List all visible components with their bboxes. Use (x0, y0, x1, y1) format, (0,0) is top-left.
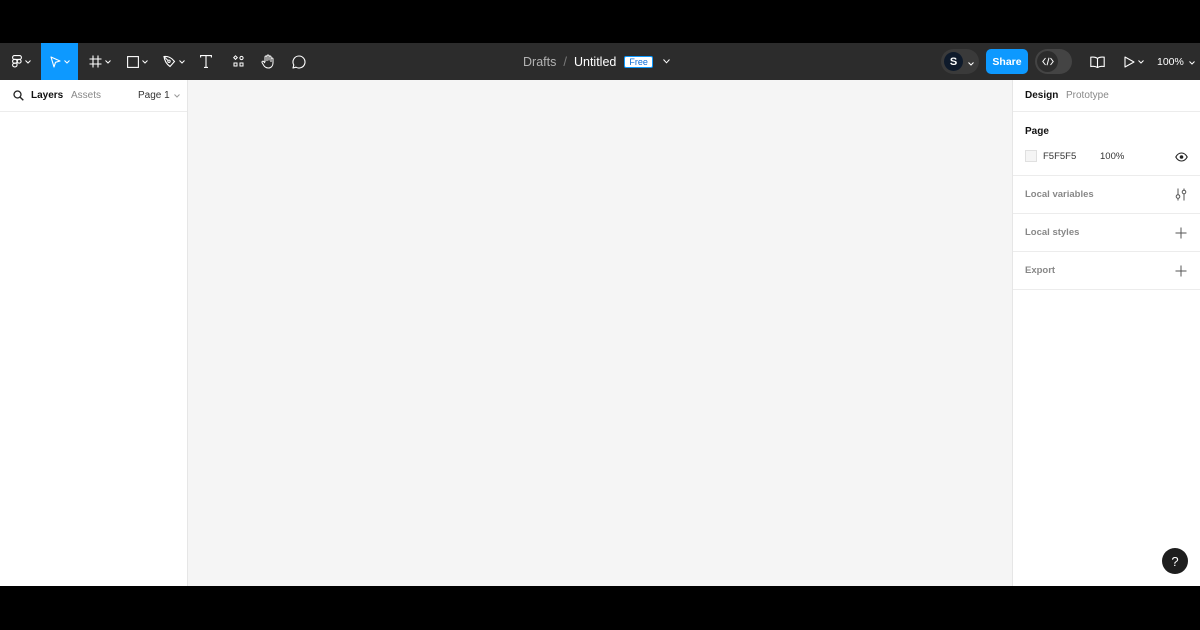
local-variables-label: Local variables (1025, 189, 1094, 200)
search-icon[interactable] (13, 90, 24, 104)
hand-tool-button[interactable] (258, 43, 278, 80)
page-selector-label: Page 1 (138, 90, 170, 101)
left-sidebar: Layers Assets Page 1 (0, 80, 188, 586)
text-tool-button[interactable] (196, 43, 216, 80)
hash-frame-icon (89, 55, 102, 68)
breadcrumb-drafts[interactable]: Drafts (523, 55, 556, 69)
avatar: S (944, 52, 963, 71)
share-button[interactable]: Share (986, 49, 1028, 74)
frame-tool-button[interactable] (86, 43, 114, 80)
figma-logo-icon (11, 55, 22, 68)
dev-mode-toggle[interactable] (1035, 49, 1072, 74)
rectangle-icon (126, 55, 139, 68)
main-menu-button[interactable] (8, 43, 34, 80)
page-fill-swatch[interactable] (1025, 150, 1037, 162)
document-title-area: Drafts / Untitled Free (523, 43, 670, 80)
chevron-down-icon (1189, 56, 1195, 68)
chevron-down-icon (63, 59, 70, 64)
chevron-down-icon (141, 59, 148, 64)
library-button[interactable] (1086, 43, 1108, 80)
page-fill-hex[interactable]: F5F5F5 (1043, 151, 1076, 162)
document-title[interactable]: Untitled (574, 55, 616, 69)
comment-bubble-icon (292, 54, 306, 69)
plan-badge: Free (624, 55, 653, 68)
letterbox-frame: Drafts / Untitled Free S Share 100% Laye… (0, 0, 1200, 630)
chevron-down-icon (173, 93, 180, 98)
plus-icon[interactable] (1175, 226, 1187, 244)
pen-nib-icon (163, 55, 176, 68)
code-brackets-icon (1037, 51, 1058, 72)
title-chevron-down-icon[interactable] (663, 59, 670, 64)
page-fill-opacity[interactable]: 100% (1100, 151, 1124, 162)
help-button[interactable]: ? (1162, 548, 1188, 574)
page-heading: Page (1025, 126, 1049, 137)
local-styles-section[interactable]: Local styles (1013, 214, 1200, 252)
eye-icon[interactable] (1175, 149, 1188, 167)
tab-design[interactable]: Design (1025, 90, 1058, 101)
export-label: Export (1025, 265, 1056, 276)
components-grid-icon (232, 55, 245, 68)
hand-icon (261, 54, 275, 69)
page-section: Page F5F5F5 100% (1013, 112, 1200, 176)
right-panel-tabs: Design Prototype (1013, 80, 1200, 112)
comment-tool-button[interactable] (289, 43, 309, 80)
tab-assets[interactable]: Assets (71, 90, 101, 101)
export-section[interactable]: Export (1013, 252, 1200, 290)
cursor-arrow-icon (49, 55, 61, 68)
shape-tool-button[interactable] (122, 43, 152, 80)
tab-layers[interactable]: Layers (31, 90, 63, 101)
tab-prototype[interactable]: Prototype (1066, 90, 1109, 101)
text-t-icon (200, 55, 212, 68)
actions-tool-button[interactable] (228, 43, 248, 80)
zoom-menu[interactable]: 100% (1157, 43, 1195, 80)
play-icon (1124, 55, 1135, 68)
move-tool-button[interactable] (41, 43, 78, 80)
plus-icon[interactable] (1175, 264, 1187, 282)
chevron-down-icon (1138, 59, 1144, 64)
chevron-down-icon (179, 59, 185, 64)
page-selector[interactable]: Page 1 (138, 90, 180, 101)
design-canvas[interactable] (188, 80, 1012, 586)
chevron-down-icon (968, 53, 974, 71)
multiplayer-avatar-button[interactable]: S (941, 49, 979, 74)
open-book-icon (1089, 56, 1105, 68)
figma-app: Drafts / Untitled Free S Share 100% Laye… (0, 43, 1200, 586)
top-toolbar: Drafts / Untitled Free S Share 100% (0, 43, 1200, 80)
local-variables-section[interactable]: Local variables (1013, 176, 1200, 214)
right-sidebar: Design Prototype Page F5F5F5 100% Local … (1012, 80, 1200, 586)
zoom-level: 100% (1157, 55, 1184, 68)
chevron-down-icon (24, 59, 31, 64)
local-styles-label: Local styles (1025, 227, 1080, 238)
pen-tool-button[interactable] (160, 43, 188, 80)
present-button[interactable] (1120, 43, 1148, 80)
breadcrumb-separator: / (563, 54, 567, 69)
sliders-icon[interactable] (1175, 188, 1187, 206)
chevron-down-icon (105, 59, 111, 64)
left-panel-tabs: Layers Assets Page 1 (0, 80, 187, 112)
